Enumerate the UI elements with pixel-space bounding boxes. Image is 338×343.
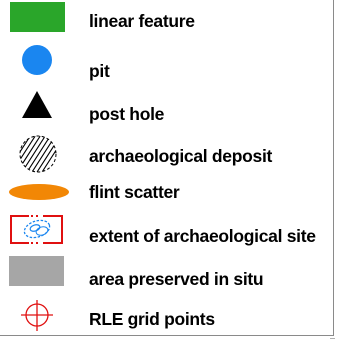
legend-label-archaeological-deposit: archaeological deposit xyxy=(89,146,273,166)
legend-label-extent-of-archaeological-site: extent of archaeological site xyxy=(89,226,316,246)
area-preserved-grey-rectangle-icon xyxy=(0,256,80,292)
legend-item-linear-feature: linear feature xyxy=(0,2,333,38)
legend-label-rle-grid-points: RLE grid points xyxy=(89,309,215,329)
post-hole-triangle-icon xyxy=(0,90,80,126)
linear-feature-symbol-icon xyxy=(0,2,80,38)
rle-grid-point-crosshair-icon xyxy=(0,300,80,336)
pit-circle-icon xyxy=(0,45,80,81)
archaeological-deposit-hatched-circle-icon xyxy=(0,135,80,173)
site-extent-box-icon xyxy=(0,214,80,250)
legend-item-post-hole: post hole xyxy=(0,90,333,126)
legend-label-flint-scatter: flint scatter xyxy=(89,182,180,202)
legend-label-pit: pit xyxy=(89,61,110,81)
legend-label-area-preserved-in-situ: area preserved in situ xyxy=(89,269,264,289)
legend-item-archaeological-deposit: archaeological deposit xyxy=(0,135,333,173)
legend-item-flint-scatter: flint scatter xyxy=(0,180,333,216)
legend-label-post-hole: post hole xyxy=(89,104,165,124)
legend-label-linear-feature: linear feature xyxy=(89,11,195,31)
legend-corner-mark xyxy=(330,338,335,339)
legend-frame-bottom-edge xyxy=(0,335,334,336)
legend-item-area-preserved-in-situ: area preserved in situ xyxy=(0,256,333,292)
flint-scatter-ellipse-icon xyxy=(0,180,80,216)
legend-item-pit: pit xyxy=(0,45,333,81)
legend-item-rle-grid-points: RLE grid points xyxy=(0,300,333,336)
legend-frame-right-edge xyxy=(333,0,334,335)
map-legend: linear feature pit post hole archaeologi… xyxy=(0,0,338,343)
legend-item-extent-of-archaeological-site: extent of archaeological site xyxy=(0,214,333,250)
